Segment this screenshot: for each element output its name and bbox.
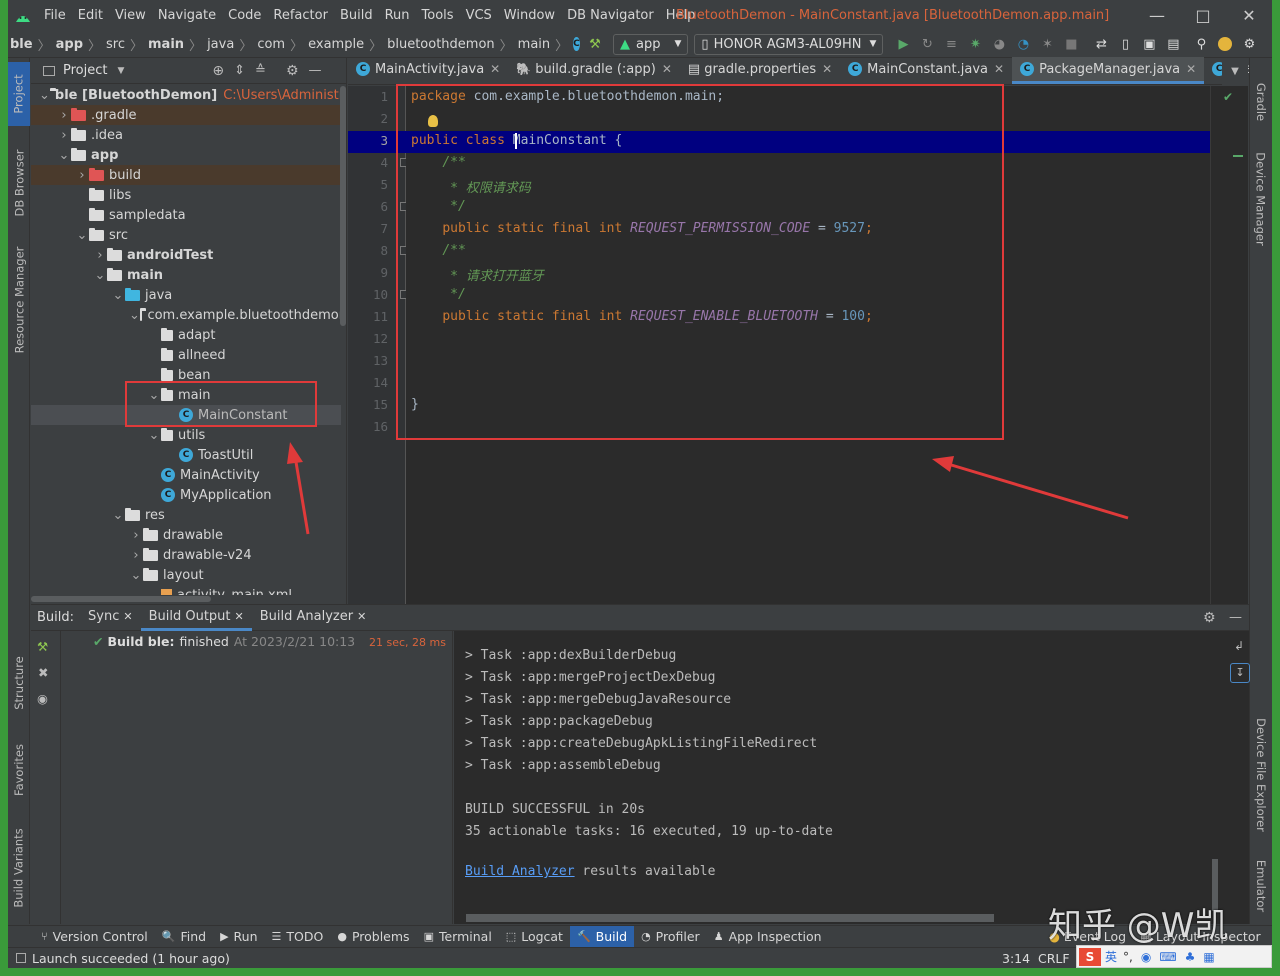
annotation-arrows [287, 442, 1129, 535]
line-number: 3 [380, 133, 388, 148]
annotation-arrow-tree [287, 442, 310, 535]
ide-window: File Edit View Navigate Code Refactor Build Run… [8, 0, 1272, 968]
annotation-arrow-editor [932, 456, 1129, 520]
